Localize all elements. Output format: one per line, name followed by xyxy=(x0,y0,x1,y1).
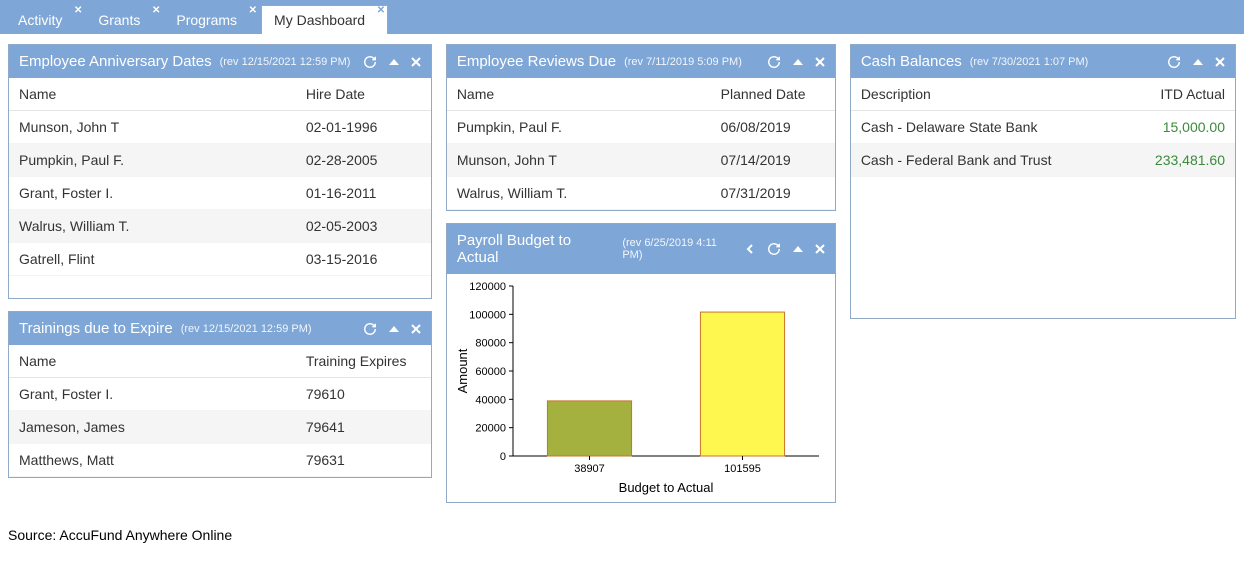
tab-programs[interactable]: Programs ✕ xyxy=(164,6,259,34)
source-attribution: Source: AccuFund Anywhere Online xyxy=(0,513,1244,543)
tab-bar: Activity ✕ Grants ✕ Programs ✕ My Dashbo… xyxy=(0,0,1244,34)
svg-text:60000: 60000 xyxy=(475,366,506,378)
refresh-icon[interactable] xyxy=(767,55,781,69)
close-icon[interactable] xyxy=(815,244,825,254)
col-name[interactable]: Name xyxy=(9,345,296,378)
trainings-table: Name Training Expires Grant, Foster I.79… xyxy=(9,345,431,477)
col-name[interactable]: Name xyxy=(447,78,711,111)
refresh-icon[interactable] xyxy=(363,55,377,69)
payroll-bar-chart: 0 20000 40000 60000 80000 100000 120000 38907 10… xyxy=(453,278,829,496)
widget-revision: (rev 12/15/2021 12:59 PM) xyxy=(181,323,312,335)
col-training-expires[interactable]: Training Expires xyxy=(296,345,431,378)
close-icon[interactable] xyxy=(411,57,421,67)
table-row[interactable]: Grant, Foster I.79610 xyxy=(9,378,431,411)
widget-anniversary: Employee Anniversary Dates (rev 12/15/20… xyxy=(8,44,432,299)
svg-text:100000: 100000 xyxy=(469,309,506,321)
table-row[interactable]: Grant, Foster I.01-16-2011 xyxy=(9,177,431,210)
collapse-icon[interactable] xyxy=(793,57,803,67)
svg-text:Budget to Actual: Budget to Actual xyxy=(618,480,713,495)
col-planned-date[interactable]: Planned Date xyxy=(711,78,835,111)
table-row[interactable]: Cash - Federal Bank and Trust233,481.60 xyxy=(851,144,1235,177)
close-icon[interactable] xyxy=(1215,57,1225,67)
col-hire-date[interactable]: Hire Date xyxy=(296,78,431,111)
dashboard: Employee Anniversary Dates (rev 12/15/20… xyxy=(0,34,1244,513)
tab-label: Programs xyxy=(176,12,247,28)
svg-text:20000: 20000 xyxy=(475,423,506,435)
tab-label: My Dashboard xyxy=(274,12,375,28)
tab-label: Activity xyxy=(18,12,72,28)
table-row[interactable]: Gatrell, Flint03-15-2016 xyxy=(9,243,431,276)
widget-revision: (rev 6/25/2019 4:11 PM) xyxy=(622,237,739,261)
widget-header: Employee Anniversary Dates (rev 12/15/20… xyxy=(9,45,431,78)
widget-trainings: Trainings due to Expire (rev 12/15/2021 … xyxy=(8,311,432,478)
close-icon[interactable]: ✕ xyxy=(249,6,257,16)
close-icon[interactable]: ✕ xyxy=(152,6,160,16)
close-icon[interactable] xyxy=(815,57,825,67)
collapse-icon[interactable] xyxy=(389,324,399,334)
widget-reviews: Employee Reviews Due (rev 7/11/2019 5:09… xyxy=(446,44,836,211)
col-name[interactable]: Name xyxy=(9,78,296,111)
previous-icon[interactable] xyxy=(745,244,755,254)
widget-title: Payroll Budget to Actual xyxy=(457,232,615,266)
widget-title: Trainings due to Expire xyxy=(19,320,173,337)
widget-title: Cash Balances xyxy=(861,53,962,70)
collapse-icon[interactable] xyxy=(389,57,399,67)
table-row[interactable]: Matthews, Matt79631 xyxy=(9,444,431,477)
anniversary-table: Name Hire Date Munson, John T02-01-1996 … xyxy=(9,78,431,276)
col-description[interactable]: Description xyxy=(851,78,1120,111)
widget-header: Payroll Budget to Actual (rev 6/25/2019 … xyxy=(447,224,835,274)
widget-revision: (rev 7/11/2019 5:09 PM) xyxy=(624,56,742,68)
table-row[interactable]: Walrus, William T.02-05-2003 xyxy=(9,210,431,243)
widget-cash: Cash Balances (rev 7/30/2021 1:07 PM) De… xyxy=(850,44,1236,319)
refresh-icon[interactable] xyxy=(767,242,781,256)
tab-grants[interactable]: Grants ✕ xyxy=(86,6,162,34)
table-row[interactable]: Jameson, James79641 xyxy=(9,411,431,444)
tab-my-dashboard[interactable]: My Dashboard ✕ xyxy=(261,5,388,34)
collapse-icon[interactable] xyxy=(1193,57,1203,67)
reviews-table: Name Planned Date Pumpkin, Paul F.06/08/… xyxy=(447,78,835,210)
tab-activity[interactable]: Activity ✕ xyxy=(6,6,84,34)
svg-text:101595: 101595 xyxy=(724,463,761,475)
svg-text:38907: 38907 xyxy=(574,463,605,475)
widget-header: Employee Reviews Due (rev 7/11/2019 5:09… xyxy=(447,45,835,78)
widget-revision: (rev 12/15/2021 12:59 PM) xyxy=(220,56,351,68)
table-row[interactable]: Cash - Delaware State Bank15,000.00 xyxy=(851,111,1235,144)
svg-text:40000: 40000 xyxy=(475,394,506,406)
col-itd-actual[interactable]: ITD Actual xyxy=(1120,78,1235,111)
cash-table: Description ITD Actual Cash - Delaware S… xyxy=(851,78,1235,177)
svg-text:Amount: Amount xyxy=(455,348,470,393)
refresh-icon[interactable] xyxy=(363,322,377,336)
widget-header: Trainings due to Expire (rev 12/15/2021 … xyxy=(9,312,431,345)
table-row[interactable]: Munson, John T02-01-1996 xyxy=(9,111,431,144)
refresh-icon[interactable] xyxy=(1167,55,1181,69)
svg-text:80000: 80000 xyxy=(475,338,506,350)
collapse-icon[interactable] xyxy=(793,244,803,254)
table-row[interactable]: Pumpkin, Paul F.06/08/2019 xyxy=(447,111,835,144)
widget-title: Employee Reviews Due xyxy=(457,53,616,70)
svg-text:0: 0 xyxy=(500,451,506,463)
tab-label: Grants xyxy=(98,12,150,28)
table-row[interactable]: Walrus, William T.07/31/2019 xyxy=(447,177,835,210)
close-icon[interactable] xyxy=(411,324,421,334)
widget-payroll: Payroll Budget to Actual (rev 6/25/2019 … xyxy=(446,223,836,503)
table-row[interactable]: Munson, John T07/14/2019 xyxy=(447,144,835,177)
close-icon[interactable]: ✕ xyxy=(377,6,385,16)
widget-revision: (rev 7/30/2021 1:07 PM) xyxy=(970,56,1089,68)
close-icon[interactable]: ✕ xyxy=(74,6,82,16)
svg-text:120000: 120000 xyxy=(469,281,506,293)
table-row[interactable]: Pumpkin, Paul F.02-28-2005 xyxy=(9,144,431,177)
widget-header: Cash Balances (rev 7/30/2021 1:07 PM) xyxy=(851,45,1235,78)
widget-title: Employee Anniversary Dates xyxy=(19,53,212,70)
